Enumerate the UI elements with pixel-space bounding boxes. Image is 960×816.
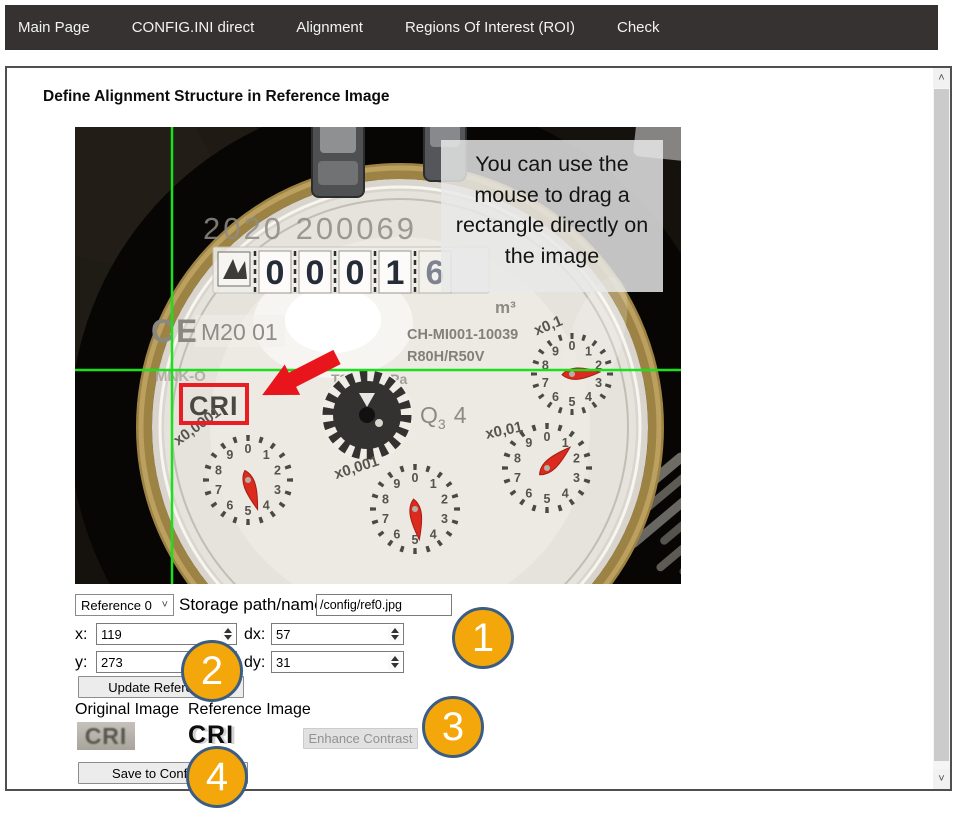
serial-number-text: 2020 200069 [203, 211, 417, 246]
enhance-contrast-button[interactable]: Enhance Contrast [303, 728, 418, 749]
dial-digit: 2 [441, 493, 448, 507]
page-title: Define Alignment Structure in Reference … [43, 88, 390, 106]
storage-path-label: Storage path/name: [179, 595, 328, 615]
callout-circle-2: 2 [181, 640, 243, 702]
dial-digit: 8 [215, 464, 222, 478]
top-nav-bar: Main Page CONFIG.INI direct Alignment Re… [5, 5, 938, 50]
counter-digit: 0 [346, 254, 365, 292]
counter-digit: 0 [266, 254, 285, 292]
scroll-up-icon: ˄ [938, 72, 944, 84]
nav-item-roi[interactable]: Regions Of Interest (ROI) [405, 19, 575, 36]
dial-digit: 9 [552, 345, 559, 359]
dial-digit: 6 [525, 486, 532, 500]
dial-digit: 5 [412, 533, 419, 547]
scroll-up-button[interactable]: ˄ [933, 68, 950, 88]
reference-thumb-text: CRI [188, 721, 234, 750]
dx-stepper[interactable] [388, 626, 401, 642]
dy-stepper[interactable] [388, 654, 401, 670]
dial-digit: 2 [573, 452, 580, 466]
dial-digit: 6 [226, 498, 233, 512]
dial-digit: 1 [430, 477, 437, 491]
original-thumb-text: CRI [85, 723, 128, 750]
dial-digit: 3 [274, 483, 281, 497]
storage-path-input[interactable] [316, 594, 452, 616]
stepper-down-icon[interactable] [391, 663, 399, 668]
dx-input[interactable] [271, 623, 404, 645]
vertical-scrollbar[interactable]: ˄ ˅ [933, 68, 950, 789]
dy-label: dy: [244, 654, 265, 672]
dial-digit: 1 [562, 436, 569, 450]
x-label: x: [75, 626, 87, 644]
nav-item-alignment[interactable]: Alignment [296, 19, 363, 36]
dial-digit: 8 [382, 493, 389, 507]
stepper-down-icon[interactable] [391, 635, 399, 640]
model-number-text: CH-MI001-10039 [407, 327, 518, 343]
original-image-thumbnail: CRI [77, 722, 135, 750]
scrollbar-thumb[interactable] [934, 89, 949, 761]
dial-digit: 0 [245, 442, 252, 456]
dial-digit: 0 [412, 471, 419, 485]
dial-digit: 7 [215, 483, 222, 497]
dial-digit: 4 [562, 486, 569, 500]
reference-select-value: Reference 0 [81, 598, 152, 613]
dial-digit: 5 [569, 395, 576, 409]
dial-digit: 9 [525, 436, 532, 450]
approval-text: M20 01 [201, 319, 278, 345]
callout-circle-4: 4 [186, 746, 248, 808]
dial-digit: 1 [585, 345, 592, 359]
nav-item-main-page[interactable]: Main Page [18, 19, 90, 36]
scroll-down-icon: ˅ [938, 773, 944, 785]
star-wheel [321, 369, 413, 461]
reference-select[interactable]: Reference 0 ˅ [75, 594, 174, 616]
dial-digit: 5 [245, 504, 252, 518]
stepper-up-icon[interactable] [391, 628, 399, 633]
dx-field [271, 623, 404, 645]
dial-digit: 0 [544, 430, 551, 444]
dy-input[interactable] [271, 651, 404, 673]
x-stepper[interactable] [221, 626, 234, 642]
unit-label: m³ [495, 298, 516, 317]
dial-digit: 6 [393, 527, 400, 541]
dx-label: dx: [244, 626, 265, 644]
dial-digit: 3 [595, 376, 602, 390]
counter-digit: 0 [306, 254, 325, 292]
dial-digit: 1 [263, 448, 270, 462]
dial-digit: 7 [382, 512, 389, 526]
dy-field [271, 651, 404, 673]
dial-digit: 3 [573, 471, 580, 485]
callout-circle-3: 3 [422, 696, 484, 758]
dial-digit: 7 [514, 471, 521, 485]
nav-item-config-ini[interactable]: CONFIG.INI direct [132, 19, 255, 36]
drag-hint-tooltip: You can use the mouse to drag a rectangl… [441, 140, 663, 292]
dial-digit: 9 [393, 477, 400, 491]
dial-digit: 8 [514, 452, 521, 466]
content-frame: Define Alignment Structure in Reference … [5, 66, 952, 791]
callout-circle-1: 1 [452, 607, 514, 669]
stepper-down-icon[interactable] [224, 635, 232, 640]
dial-digit: 3 [441, 512, 448, 526]
scroll-down-button[interactable]: ˅ [933, 769, 950, 789]
nav-item-check[interactable]: Check [617, 19, 660, 36]
dial-digit: 2 [274, 464, 281, 478]
reference-image-canvas[interactable]: 2020 200069 0 0 0 1 6 m³ CE [75, 127, 681, 584]
reference-image-label: Reference Image [188, 701, 311, 719]
y-label: y: [75, 654, 87, 672]
original-image-label: Original Image [75, 701, 179, 719]
dial-digit: 4 [263, 498, 270, 512]
ce-mark: CE [151, 313, 199, 349]
dial-digit: 4 [585, 390, 592, 404]
dial-digit: 4 [430, 527, 437, 541]
dial-digit: 7 [542, 376, 549, 390]
ratio-text: R80H/R50V [407, 349, 485, 365]
stepper-up-icon[interactable] [391, 656, 399, 661]
dial-digit: 0 [569, 339, 576, 353]
dial-digit: 6 [552, 390, 559, 404]
chevron-down-icon: ˅ [162, 599, 168, 611]
dial-digit: 9 [226, 448, 233, 462]
dial-digit: 5 [544, 492, 551, 506]
stepper-up-icon[interactable] [224, 628, 232, 633]
counter-digit: 1 [386, 254, 405, 292]
